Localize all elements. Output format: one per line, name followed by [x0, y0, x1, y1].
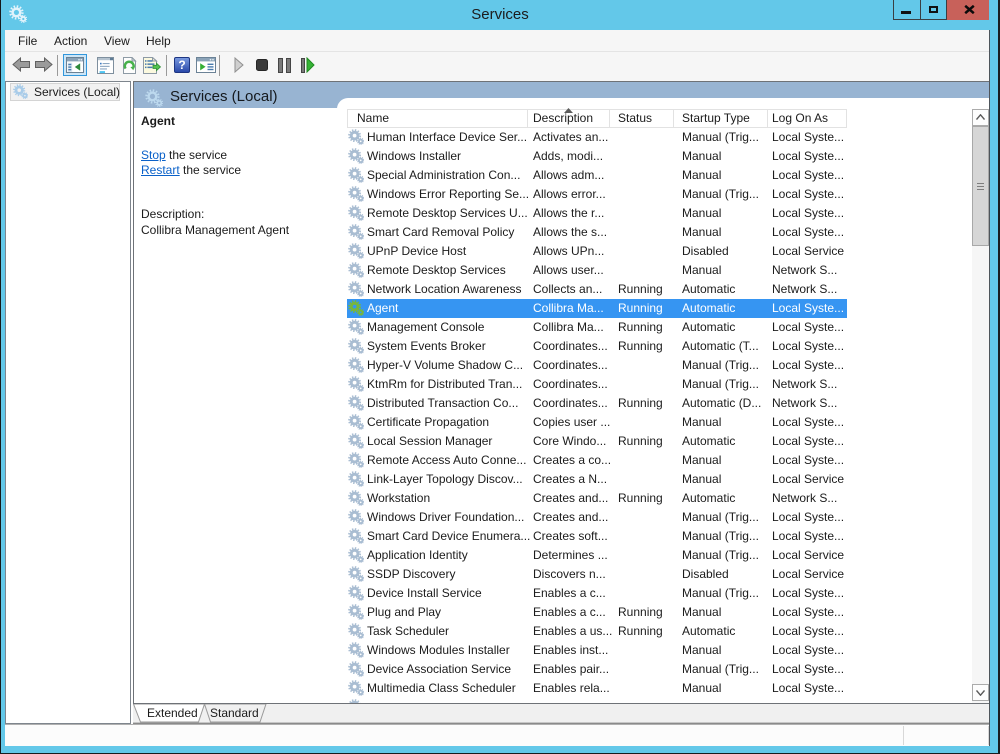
svg-text:?: ? — [178, 58, 185, 72]
